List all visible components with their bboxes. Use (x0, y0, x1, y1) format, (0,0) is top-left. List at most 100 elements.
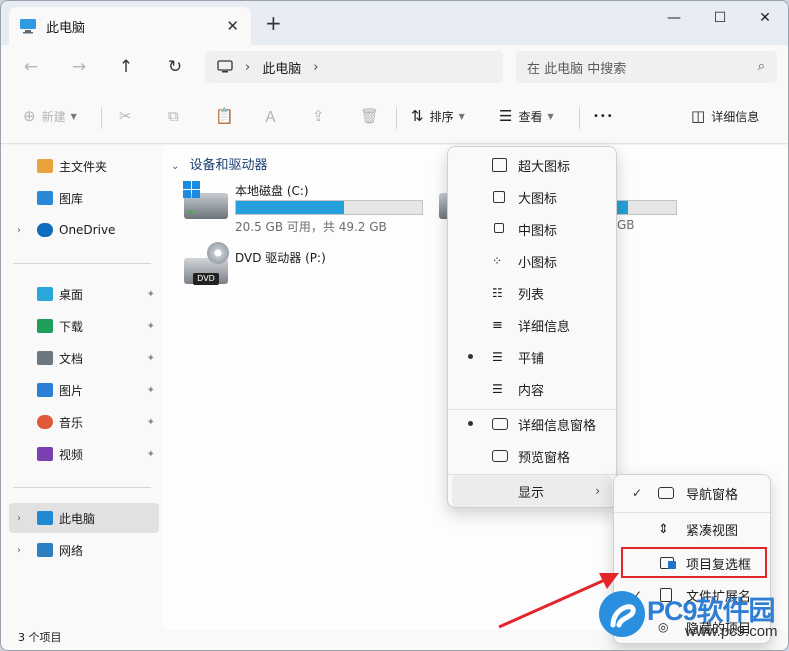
menu-item-show[interactable]: 显示 › (452, 475, 612, 507)
pin-icon[interactable]: ✦ (147, 289, 155, 300)
details-icon: ≡ (492, 317, 503, 333)
sort-button[interactable]: ⇅ 排序 ▼ (411, 105, 465, 127)
details-pane-icon: ◫ (691, 107, 706, 125)
menu-item-details[interactable]: ≡ 详细信息 (452, 309, 612, 341)
chevron-right-icon[interactable]: › (17, 225, 21, 236)
sidebar-item-videos[interactable]: 视频 ✦ (9, 439, 159, 469)
breadcrumb-separator: › (245, 59, 251, 75)
pin-icon[interactable]: ✦ (147, 417, 155, 428)
pin-icon[interactable]: ✦ (147, 321, 155, 332)
preview-pane-icon (492, 450, 508, 462)
view-button[interactable]: ☰ 查看 ▼ (499, 105, 554, 127)
close-tab-icon[interactable]: ✕ (226, 17, 239, 35)
chevron-right-icon: › (595, 484, 600, 498)
content-icon: ☰ (492, 382, 503, 396)
drive-free-space-partial: GB (617, 218, 635, 232)
menu-item-extra-large-icons[interactable]: 超大图标 (452, 149, 612, 181)
music-icon (37, 415, 53, 429)
toolbar-divider (101, 107, 102, 129)
breadcrumb-trailing-separator[interactable]: › (313, 60, 318, 75)
search-placeholder: 在 此电脑 中搜索 (527, 61, 627, 77)
menu-item-label: 紧凑视图 (686, 523, 739, 539)
medium-icons-icon (494, 223, 504, 233)
close-window-button[interactable]: ✕ (742, 7, 788, 29)
group-header-devices[interactable]: ⌄ 设备和驱动器 (171, 154, 268, 173)
sidebar-item-downloads[interactable]: 下载 ✦ (9, 311, 159, 341)
search-input[interactable]: 在 此电脑 中搜索 ⌕ (516, 51, 777, 83)
drive-usage-fill (236, 201, 345, 214)
sidebar-item-label: 桌面 (59, 287, 84, 302)
chevron-right-icon[interactable]: › (17, 513, 21, 524)
sidebar-item-label: 此电脑 (59, 511, 96, 526)
maximize-icon: ☐ (713, 10, 727, 26)
chevron-down-icon: ▼ (70, 111, 77, 121)
breadcrumb-this-pc[interactable]: 此电脑 (262, 58, 301, 77)
address-bar[interactable]: › 此电脑 › (205, 51, 503, 83)
tab-this-pc[interactable]: 此电脑 ✕ (9, 7, 251, 45)
file-explorer-window: 此电脑 ✕ + — ☐ ✕ ← → ↑ ↻ › 此电脑 › 在 此电脑 中搜索 … (0, 0, 789, 651)
menu-item-label: 平铺 (518, 351, 545, 367)
sidebar-item-gallery[interactable]: 图库 (9, 183, 159, 213)
new-button[interactable]: ⊕ 新建 ▼ (23, 105, 77, 127)
document-icon (37, 351, 53, 365)
paste-button[interactable]: 📋 (215, 105, 240, 127)
sidebar-item-home[interactable]: 主文件夹 (9, 151, 159, 181)
scissors-icon: ✂ (119, 107, 132, 125)
sidebar-item-network[interactable]: › 网络 (9, 535, 159, 565)
copy-button[interactable]: ⧉ (168, 105, 185, 127)
up-button[interactable]: ↑ (112, 54, 140, 80)
menu-item-small-icons[interactable]: ⁘ 小图标 (452, 245, 612, 277)
sidebar-item-this-pc[interactable]: › 此电脑 (9, 503, 159, 533)
drive-name: 本地磁盘 (C:) (235, 184, 309, 198)
clipboard-icon: 📋 (215, 107, 234, 125)
menu-item-label: 详细信息窗格 (518, 418, 597, 434)
sidebar-item-documents[interactable]: 文档 ✦ (9, 343, 159, 373)
delete-button[interactable]: 🗑 (360, 105, 385, 127)
sort-label: 排序 (429, 109, 454, 124)
cut-button[interactable]: ✂ (119, 105, 138, 127)
sidebar-item-music[interactable]: 音乐 ✦ (9, 407, 159, 437)
pin-icon[interactable]: ✦ (147, 449, 155, 460)
view-menu: 超大图标 大图标 中图标 ⁘ 小图标 ☷ 列表 ≡ 详细信息 ☰ 平铺 ☰ 内容… (447, 146, 617, 508)
menu-item-label: 小图标 (518, 255, 558, 271)
pin-icon[interactable]: ✦ (147, 385, 155, 396)
refresh-button[interactable]: ↻ (161, 54, 189, 80)
maximize-button[interactable]: ☐ (697, 7, 743, 29)
menu-item-content[interactable]: ☰ 内容 (452, 373, 612, 405)
sort-icon: ⇅ (411, 107, 424, 125)
rename-button[interactable]: Ａ (263, 105, 284, 127)
highlight-annotation (621, 547, 767, 578)
details-pane-button[interactable]: ◫ 详细信息 (691, 105, 759, 127)
menu-item-list[interactable]: ☷ 列表 (452, 277, 612, 309)
menu-item-medium-icons[interactable]: 中图标 (452, 213, 612, 245)
sidebar-item-desktop[interactable]: 桌面 ✦ (9, 279, 159, 309)
menu-item-tiles[interactable]: ☰ 平铺 (452, 341, 612, 373)
watermark: PC9软件园 www.pc9.com (597, 587, 787, 647)
menu-item-large-icons[interactable]: 大图标 (452, 181, 612, 213)
chevron-right-icon[interactable]: › (17, 545, 21, 556)
chevron-down-icon: ⌄ (171, 161, 180, 172)
chevron-down-icon: ▼ (547, 111, 554, 121)
small-icons-icon: ⁘ (492, 254, 503, 268)
new-tab-button[interactable]: + (265, 13, 282, 33)
more-options-button[interactable]: ••• (593, 105, 614, 127)
menu-item-preview-pane[interactable]: 预览窗格 (452, 440, 612, 472)
video-icon (37, 447, 53, 461)
menu-item-navigation-pane[interactable]: ✓ 导航窗格 (618, 477, 766, 509)
minimize-button[interactable]: — (651, 7, 697, 29)
tiles-icon: ☰ (492, 350, 503, 364)
forward-button[interactable]: → (65, 54, 93, 80)
check-icon: ✓ (632, 486, 643, 500)
drive-usage-bar-partial (615, 200, 677, 215)
back-button[interactable]: ← (17, 54, 45, 80)
pin-icon[interactable]: ✦ (147, 353, 155, 364)
share-button[interactable]: ⇪ (312, 105, 331, 127)
computer-icon (37, 511, 53, 525)
drive-free-space: 20.5 GB 可用，共 49.2 GB (235, 220, 387, 234)
menu-item-details-pane[interactable]: 详细信息窗格 (452, 408, 612, 440)
sidebar-item-onedrive[interactable]: › OneDrive (9, 215, 159, 245)
sidebar-item-pictures[interactable]: 图片 ✦ (9, 375, 159, 405)
navigation-pane-icon (658, 487, 674, 499)
compact-view-icon: ⇕ (658, 521, 669, 537)
menu-item-compact-view[interactable]: ⇕ 紧凑视图 (618, 513, 766, 545)
